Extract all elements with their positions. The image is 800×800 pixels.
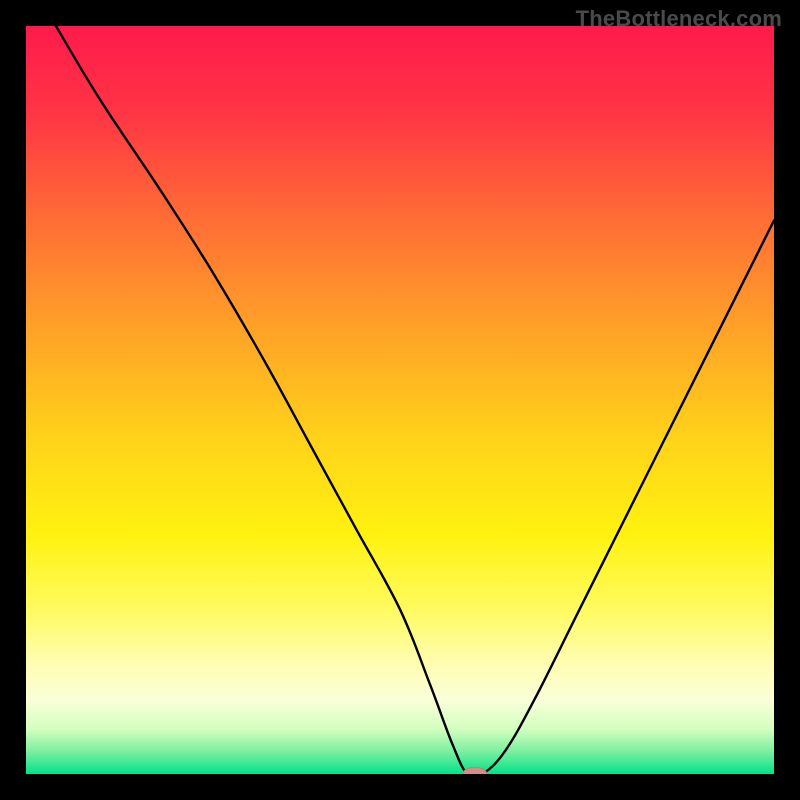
- bottleneck-chart: [26, 26, 774, 774]
- plot-area: [26, 26, 774, 774]
- chart-frame: TheBottleneck.com: [0, 0, 800, 800]
- watermark-text: TheBottleneck.com: [576, 6, 782, 32]
- gradient-background: [26, 26, 774, 774]
